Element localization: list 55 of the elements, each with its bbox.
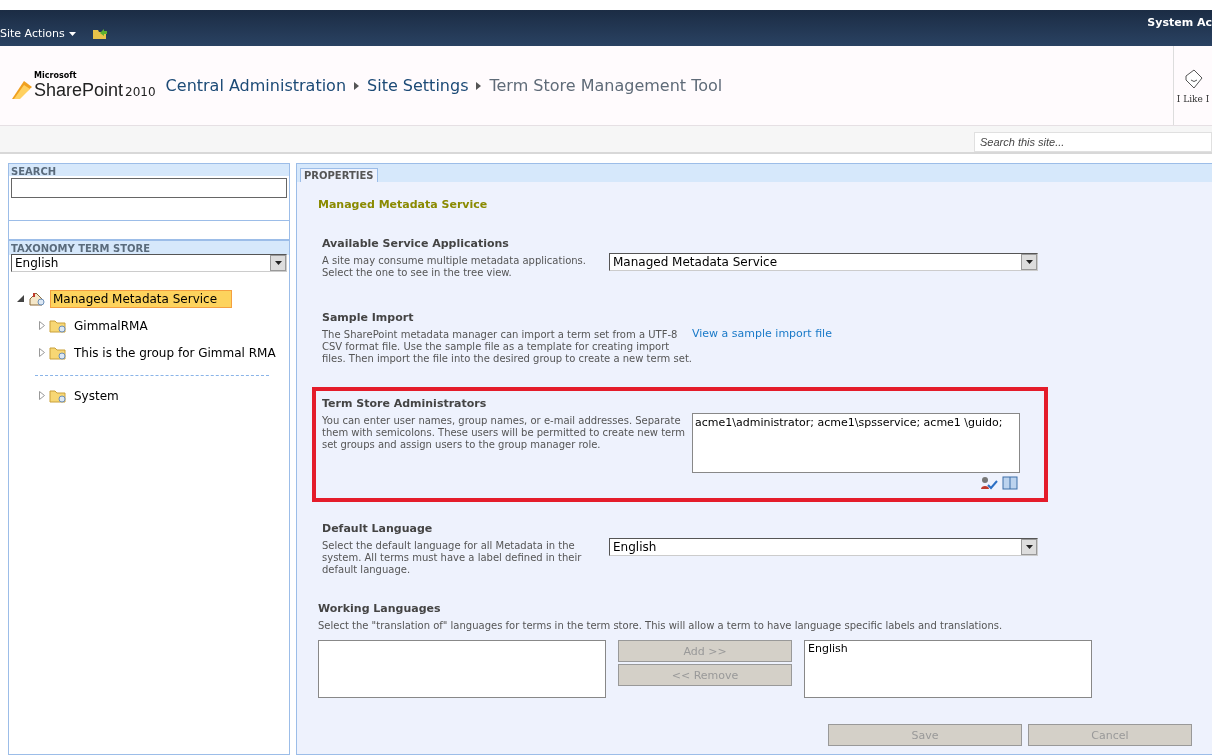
properties-tab[interactable]: PROPERTIES — [300, 168, 378, 182]
expanded-triangle-icon[interactable] — [17, 295, 24, 302]
brand-name: SharePoint — [34, 79, 124, 101]
house-tag-icon — [28, 290, 46, 307]
section-title: Term Store Administrators — [322, 397, 488, 410]
sample-import-link[interactable]: View a sample import file — [692, 327, 1038, 340]
language-dropdown[interactable]: English — [11, 253, 287, 272]
check-names-icon[interactable] — [980, 476, 998, 490]
collapsed-triangle-icon[interactable] — [39, 348, 45, 357]
term-search-field[interactable] — [11, 177, 287, 198]
dropdown-caret-icon[interactable] — [68, 31, 76, 36]
section-description: Select the default language for all Metadata in the system. All terms must have a label defined in their default language. — [322, 540, 583, 576]
search-heading: SEARCH — [11, 166, 58, 177]
section-description: The SharePoint metadata manager can import a term set from a UTF-8 CSV format file. Use the sample file as a template for creating import files. Then import the file into the desired group to create a new term set. — [322, 329, 692, 365]
available-languages-list[interactable] — [318, 640, 606, 698]
dropdown-arrow-icon — [1025, 545, 1033, 549]
section-title: Default Language — [322, 522, 434, 535]
brand-version: 2010 — [125, 84, 156, 99]
administrators-field[interactable]: acme1\administrator; acme1\spsservice; acme1 \guido; — [692, 413, 1020, 473]
section-description: A site may consume multiple metadata applications. Select the one to see in the tree view. — [322, 255, 587, 279]
taxonomy-heading: TAXONOMY TERM STORE — [11, 242, 152, 254]
tree-item[interactable]: GimmalRMA — [71, 316, 151, 335]
service-title: Managed Metadata Service — [318, 198, 489, 211]
site-actions-menu[interactable]: Site Actions — [0, 27, 80, 40]
collapsed-triangle-icon[interactable] — [39, 391, 45, 400]
section-description: You can enter user names, group names, or e-mail addresses. Separate them with semicolons. These users will be permitted to create new term set groups and assign users to the group manager role. — [322, 415, 686, 451]
working-languages-list[interactable]: English — [804, 640, 1092, 698]
folder-tag-icon — [49, 387, 67, 404]
section-description: Select the "translation of" languages for terms in the term store. This will allow a term to have language specific labels and translations. — [318, 620, 1004, 632]
breadcrumb-link[interactable]: Site Settings — [367, 76, 469, 95]
brand-caption: Microsoft — [34, 70, 78, 80]
folder-tag-icon — [49, 344, 67, 361]
i-like-it-label[interactable]: I Like I — [1176, 93, 1210, 104]
tree-item[interactable]: Managed Metadata Service — [50, 289, 233, 308]
user-name[interactable]: System Ac — [1147, 16, 1212, 29]
smiley-tag-icon[interactable] — [1182, 67, 1204, 90]
section-title: Working Languages — [318, 602, 442, 615]
section-title: Available Service Applications — [322, 237, 510, 250]
collapsed-triangle-icon[interactable] — [39, 321, 45, 330]
folder-arrow-icon[interactable] — [91, 27, 108, 40]
dropdown-arrow-icon — [1025, 260, 1033, 264]
tree-item[interactable]: This is the group for Gimmal RMA — [71, 343, 279, 362]
tree-item[interactable]: System — [71, 386, 122, 405]
breadcrumb-link[interactable]: Central Administration — [165, 76, 347, 95]
breadcrumb-separator-icon — [476, 81, 482, 90]
site-search-field[interactable]: Search this site... — [974, 132, 1212, 152]
dropdown[interactable]: Managed Metadata Service — [609, 253, 1038, 271]
folder-tag-icon — [49, 317, 67, 334]
dropdown-arrow-icon — [274, 260, 282, 265]
language-option[interactable]: English — [808, 642, 1088, 655]
breadcrumb-separator-icon — [354, 81, 360, 90]
breadcrumb-link[interactable]: Term Store Management Tool — [489, 76, 723, 95]
sharepoint-logo-icon — [10, 78, 34, 101]
section-title: Sample Import — [322, 311, 415, 324]
dropdown[interactable]: English — [609, 538, 1038, 556]
